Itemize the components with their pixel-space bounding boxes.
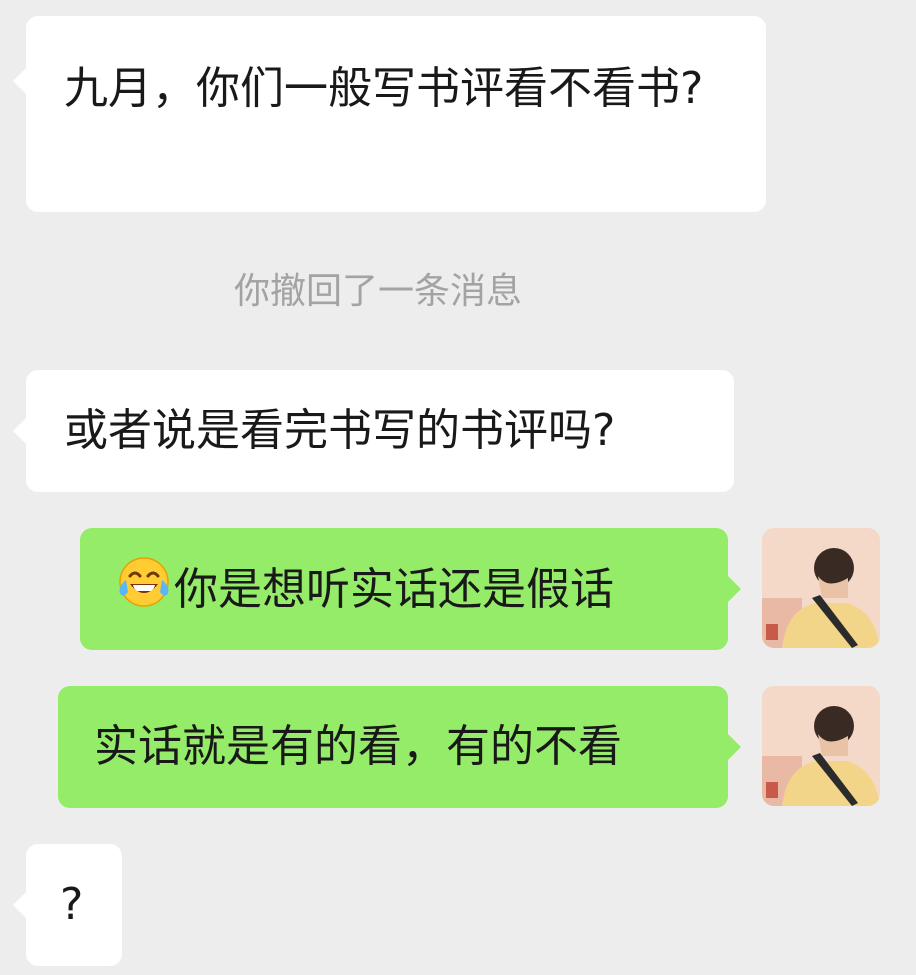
incoming-message-bubble[interactable]: 或者说是看完书写的书评吗?: [13, 370, 734, 492]
message-text: ?: [60, 879, 84, 930]
bubble-tail: [728, 576, 741, 602]
message-text: 或者说是看完书写的书评吗?: [64, 405, 616, 456]
bubble-tail: [13, 68, 26, 94]
avatar-illustration: [762, 528, 880, 648]
incoming-message-bubble[interactable]: ?: [13, 844, 122, 966]
bubble-tail: [13, 892, 26, 918]
face-with-tears-of-joy-icon: [118, 556, 170, 627]
user-avatar[interactable]: [762, 686, 880, 806]
user-avatar[interactable]: [762, 528, 880, 648]
message-text: 你是想听实话还是假话: [174, 564, 614, 615]
incoming-message-bubble[interactable]: 九月，你们一般写书评看不看书?: [13, 16, 766, 212]
bubble-tail: [13, 418, 26, 444]
message-text: 九月，你们一般写书评看不看书?: [64, 63, 704, 114]
message-text: 实话就是有的看，有的不看: [94, 721, 622, 772]
avatar-illustration: [762, 686, 880, 806]
outgoing-message-bubble[interactable]: 实话就是有的看，有的不看: [58, 686, 741, 808]
bubble-tail: [728, 734, 741, 760]
recall-notice: 你撤回了一条消息: [233, 271, 522, 312]
outgoing-message-bubble[interactable]: 你是想听实话还是假话: [80, 528, 741, 650]
